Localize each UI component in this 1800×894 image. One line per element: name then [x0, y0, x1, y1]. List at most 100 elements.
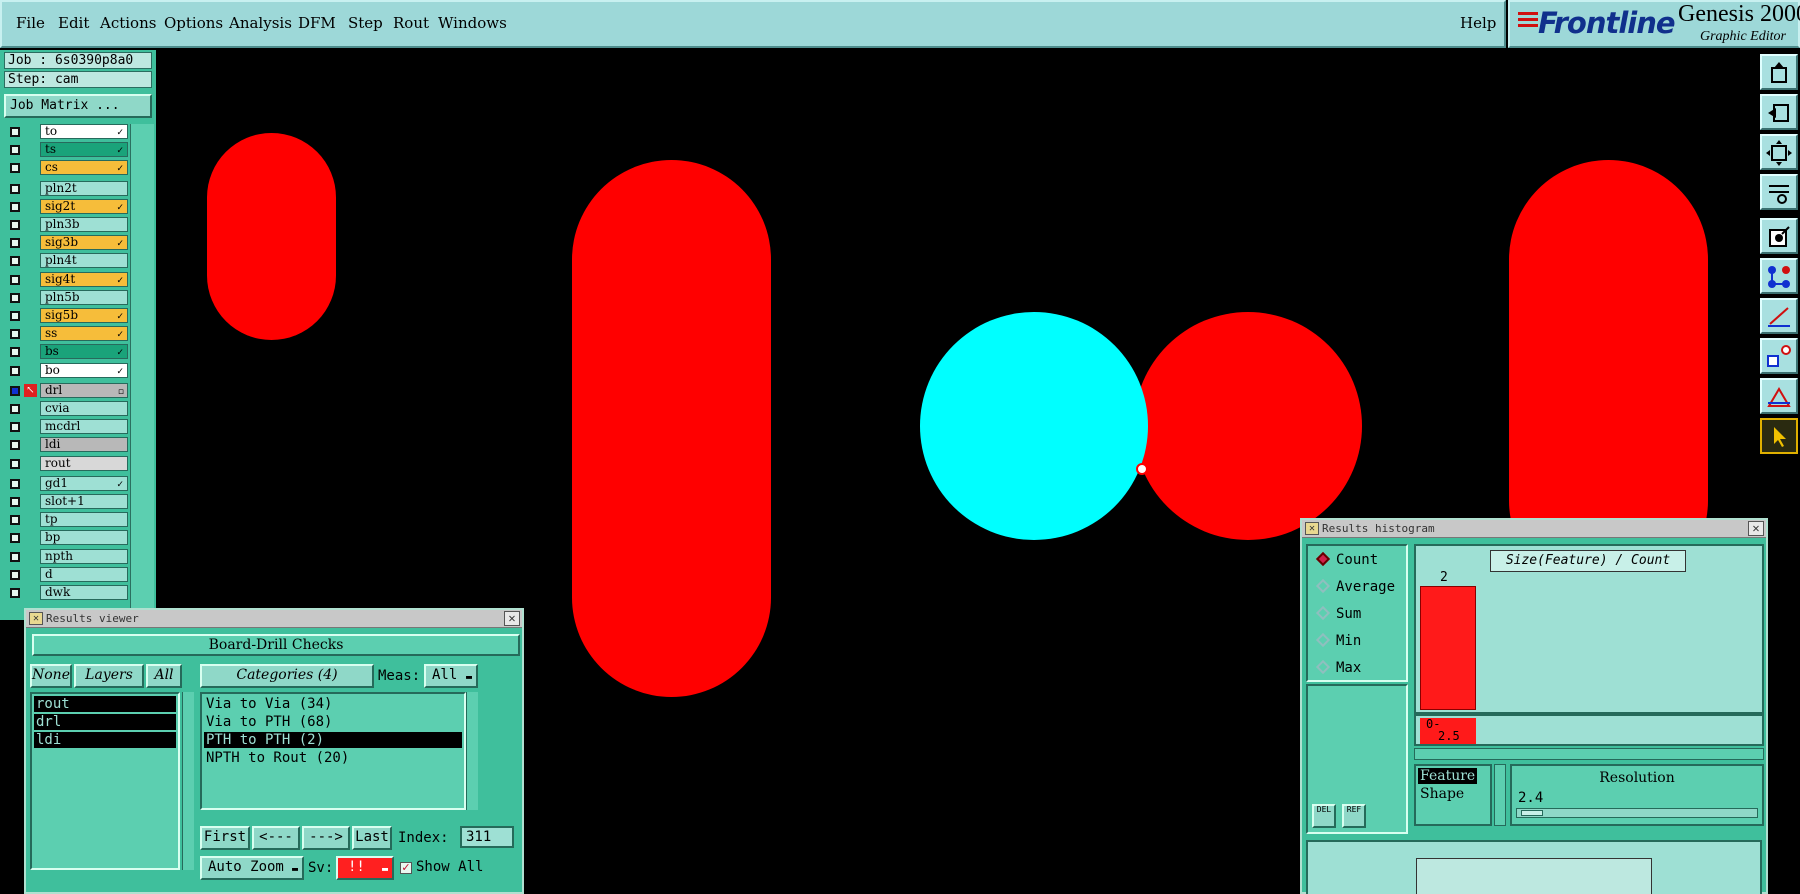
layer-row-pln5b[interactable]: pln5b [4, 289, 128, 305]
layer-row-cs[interactable]: cs ✓ [4, 160, 128, 176]
meas-select[interactable]: All ▬ [424, 664, 478, 688]
layer-checkbox[interactable] [10, 404, 20, 414]
menu-windows[interactable]: Windows [438, 14, 507, 32]
layer-row-pln4t[interactable]: pln4t [4, 253, 128, 269]
layer-name[interactable]: sig4t ✓ [40, 271, 128, 287]
layer-name[interactable]: sig2t ✓ [40, 198, 128, 214]
menu-rout[interactable]: Rout [393, 14, 429, 32]
layer-row-ts[interactable]: ts ✓ [4, 142, 128, 158]
layer-row-d[interactable]: d [4, 566, 128, 582]
auto-zoom-button[interactable]: Auto Zoom ▬ [200, 856, 304, 880]
slot-pad-small[interactable] [207, 133, 336, 340]
layer-name[interactable]: npth [40, 548, 128, 564]
layer-name[interactable]: pln5b [40, 289, 128, 305]
menu-file[interactable]: File [16, 14, 45, 32]
menu-help[interactable]: Help [1460, 14, 1496, 32]
first-button[interactable]: First [200, 826, 250, 850]
ref-button[interactable]: REF [1342, 804, 1366, 828]
menu-edit[interactable]: Edit [58, 14, 89, 32]
layer-row-pln3b[interactable]: pln3b [4, 217, 128, 232]
layer-checkbox[interactable] [10, 238, 20, 249]
layer-row-dwk[interactable]: dwk [4, 585, 128, 600]
layer-row-sig2t[interactable]: sig2t ✓ [4, 198, 128, 214]
feature-option[interactable]: Feature [1418, 768, 1478, 784]
layer-checkbox[interactable] [10, 458, 20, 469]
violation-marker[interactable] [1136, 463, 1148, 475]
shape-option[interactable]: Shape [1420, 786, 1464, 802]
layers-button[interactable]: Layers [74, 664, 144, 688]
last-button[interactable]: Last [352, 826, 392, 850]
fit-view-icon[interactable] [1760, 134, 1798, 170]
all-button[interactable]: All [146, 664, 182, 688]
layer-checkbox[interactable] [10, 569, 20, 580]
layer-row-slot1[interactable]: slot+1 [4, 494, 128, 509]
layer-checkbox[interactable] [10, 497, 20, 507]
list-item[interactable]: ldi [34, 732, 176, 748]
del-button[interactable]: DEL [1312, 804, 1336, 828]
feature-scrollbar[interactable] [1494, 764, 1506, 826]
categories-list[interactable]: Via to Via (34) Via to PTH (68) PTH to P… [200, 692, 466, 810]
layer-checkbox[interactable] [10, 515, 20, 526]
resolution-slider-handle[interactable] [1521, 810, 1543, 816]
list-item[interactable]: PTH to PTH (2) [204, 732, 462, 748]
layer-name[interactable]: pln3b [40, 217, 128, 232]
round-pad-highlighted[interactable] [920, 312, 1148, 540]
prev-button[interactable]: <--- [252, 826, 300, 850]
layer-row-cvia[interactable]: cvia [4, 401, 128, 416]
layer-checkbox[interactable] [10, 422, 20, 433]
layer-scrollbar[interactable] [130, 124, 154, 624]
layer-in-icon[interactable] [1760, 94, 1798, 130]
layer-checkbox[interactable] [10, 256, 20, 267]
radio-count[interactable]: Count [1315, 550, 1378, 570]
close-icon[interactable]: ✕ [1748, 521, 1764, 536]
layer-name[interactable]: sig5b ✓ [40, 308, 128, 323]
layers-list[interactable]: rout drl ldi [30, 692, 180, 870]
radio-max[interactable]: Max [1315, 658, 1361, 678]
layer-checkbox[interactable] [10, 201, 20, 212]
window-menu-icon[interactable]: ✕ [29, 612, 43, 625]
snap-icon[interactable] [1760, 218, 1798, 254]
layer-checkbox[interactable] [10, 311, 20, 321]
job-matrix-button[interactable]: Job Matrix ... [4, 94, 152, 118]
layer-row-drl[interactable]: drl ▫ ↖ [4, 382, 128, 398]
layer-name[interactable]: ts ✓ [40, 142, 128, 158]
categories-button[interactable]: Categories (4) [200, 664, 374, 688]
layer-checkbox[interactable] [10, 127, 20, 137]
radio-average[interactable]: Average [1315, 577, 1395, 597]
resolution-slider[interactable] [1516, 808, 1758, 818]
settings-wrench-icon[interactable] [1760, 174, 1798, 210]
layer-name[interactable]: dwk [40, 585, 128, 600]
menu-options[interactable]: Options [164, 14, 223, 32]
layer-checkbox[interactable] [10, 385, 20, 396]
round-pad-red[interactable] [1134, 312, 1362, 540]
layer-row-bp[interactable]: bp [4, 530, 128, 546]
layer-row-tp[interactable]: tp [4, 512, 128, 528]
layer-row-bo[interactable]: bo ✓ [4, 362, 128, 378]
layer-checkbox[interactable] [10, 329, 20, 340]
layer-row-mcdrl[interactable]: mcdrl [4, 419, 128, 435]
layer-name[interactable]: d [40, 566, 128, 582]
connect-icon[interactable] [1760, 258, 1798, 294]
layer-name[interactable]: mcdrl [40, 419, 128, 435]
menu-actions[interactable]: Actions [100, 14, 156, 32]
layer-name[interactable]: sig3b ✓ [40, 235, 128, 251]
index-input[interactable]: 311 [460, 826, 514, 848]
window-menu-icon[interactable]: ✕ [1305, 522, 1319, 535]
layer-row-npth[interactable]: npth [4, 548, 128, 564]
radio-min[interactable]: Min [1315, 631, 1361, 651]
layer-checkbox[interactable] [10, 551, 20, 562]
list-item[interactable]: drl [34, 714, 176, 730]
categories-scrollbar[interactable] [466, 692, 478, 810]
layer-checkbox[interactable] [10, 588, 20, 598]
list-item[interactable]: rout [34, 696, 176, 712]
layer-row-rout[interactable]: rout [4, 455, 128, 471]
layer-name[interactable]: ldi [40, 437, 128, 453]
layer-row-pln2t[interactable]: pln2t [4, 180, 128, 196]
layer-name[interactable]: cvia [40, 401, 128, 416]
layer-checkbox[interactable] [10, 478, 20, 489]
histogram-titlebar[interactable]: ✕ Results histogram ✕ [1302, 520, 1766, 538]
layer-name[interactable]: tp [40, 512, 128, 528]
layer-row-sig3b[interactable]: sig3b ✓ [4, 235, 128, 251]
list-item[interactable]: Via to PTH (68) [204, 714, 462, 730]
layer-name[interactable]: ss ✓ [40, 326, 128, 342]
